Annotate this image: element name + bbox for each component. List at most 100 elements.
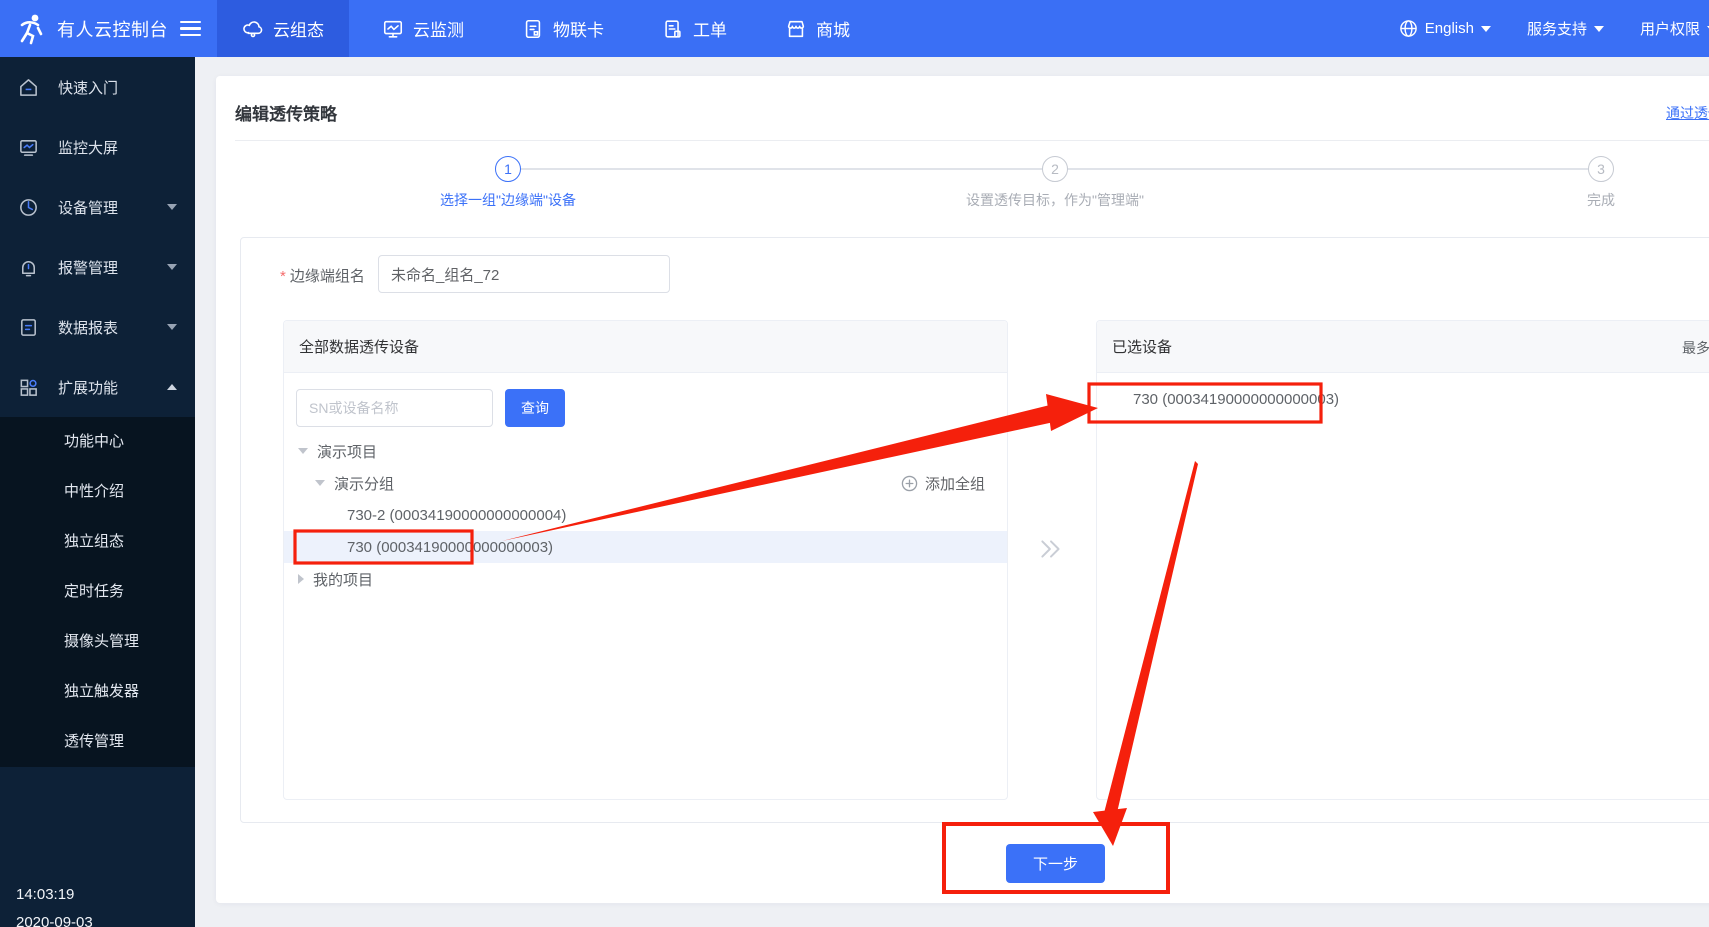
support-label: 服务支持: [1526, 21, 1587, 38]
chevron-down-icon: [167, 324, 177, 330]
step-connector-1: [521, 168, 1042, 170]
tree-node-demo-project[interactable]: 演示项目: [284, 435, 1007, 467]
tree-node-my-project[interactable]: 我的项目: [284, 563, 1007, 595]
tree-node-label: 我的项目: [313, 571, 374, 589]
tab-label: 物联卡: [553, 21, 604, 40]
group-name-label: * 边缘端组名: [280, 268, 365, 285]
chevron-up-icon: [167, 384, 177, 390]
sidebar-item-device-mgmt[interactable]: 设备管理: [0, 177, 195, 237]
apps-grid-icon: [18, 377, 39, 398]
extensions-submenu: 功能中心 中性介绍 独立组态 定时任务 摄像头管理 独立触发器 透传管理: [0, 417, 195, 767]
tree-node-label: 演示项目: [317, 443, 378, 461]
device-search-input[interactable]: [296, 389, 493, 427]
sidebar-item-data-report[interactable]: 数据报表: [0, 297, 195, 357]
required-asterisk: *: [280, 268, 286, 285]
language-dropdown[interactable]: English: [1399, 19, 1491, 38]
selected-devices-panel-header: 已选设备 最多: [1097, 321, 1709, 373]
tree-expand-icon[interactable]: [315, 480, 325, 486]
submenu-item-standalone-scada[interactable]: 独立组态: [0, 517, 195, 567]
submenu-item-scheduled-task[interactable]: 定时任务: [0, 567, 195, 617]
sim-card-icon: [522, 18, 544, 40]
selected-device-item[interactable]: 730 (00034190000000000003): [1133, 391, 1339, 408]
top-nav: 云组态 云监测 物联卡 工单 商城: [217, 0, 875, 57]
device-gauge-icon: [18, 197, 39, 218]
search-button[interactable]: 查询: [505, 389, 565, 427]
sidebar-item-label: 报警管理: [58, 259, 119, 277]
app-title: 有人云控制台: [57, 19, 168, 40]
logo[interactable]: 有人云控制台: [0, 12, 201, 46]
tree-node-device-730-2[interactable]: 730-2 (00034190000000000004): [284, 499, 1007, 531]
usr-mascot-logo-icon: [14, 12, 48, 46]
add-whole-group-link[interactable]: 添加全组: [901, 467, 985, 499]
sidebar-item-label: 快速入门: [58, 79, 119, 97]
content-card: 编辑透传策略 通过透传 1 2 3 选择一组"边缘端"设备 设置透传目标，作为"…: [216, 76, 1709, 903]
report-doc-icon: [18, 317, 39, 338]
chevron-down-icon: [167, 204, 177, 210]
menu-toggle-icon[interactable]: [180, 20, 201, 37]
transfer-right-icon[interactable]: [1038, 536, 1064, 562]
tree-node-device-730-selected[interactable]: 730 (00034190000000000003): [284, 531, 1007, 563]
permission-label: 用户权限: [1639, 21, 1700, 38]
tree-node-label: 730-2 (00034190000000000004): [347, 506, 567, 524]
sidebar-item-monitor-screen[interactable]: 监控大屏: [0, 117, 195, 177]
passthrough-list-link[interactable]: 通过透传: [1666, 103, 1709, 123]
submenu-item-neutral-intro[interactable]: 中性介绍: [0, 467, 195, 517]
next-step-button[interactable]: 下一步: [1006, 844, 1105, 883]
tree-collapsed-icon[interactable]: [298, 574, 304, 584]
submenu-item-feature-center[interactable]: 功能中心: [0, 417, 195, 467]
topbar: 有人云控制台 云组态 云监测 物联卡 工单 商城 English 服务支持 用户…: [0, 0, 1709, 57]
device-tree: 演示项目 演示分组 添加全组 730-2 (000341900000000000…: [284, 435, 1007, 595]
tab-iot-card[interactable]: 物联卡: [497, 0, 629, 57]
clock-time: 14:03:19: [16, 886, 75, 903]
alarm-bell-icon: [18, 257, 39, 278]
all-devices-panel-title: 全部数据透传设备: [299, 339, 420, 356]
big-screen-icon: [18, 137, 39, 158]
circle-plus-icon: [901, 475, 918, 492]
clock-date: 2020-09-03: [16, 914, 93, 927]
home-icon: [18, 77, 39, 98]
sidebar: 快速入门 监控大屏 设备管理 报警管理 数据报表 扩展功能 功能中心 中性介绍 …: [0, 57, 195, 927]
tab-label: 云监测: [413, 21, 464, 40]
language-label: English: [1424, 20, 1474, 37]
selected-devices-panel: 已选设备 最多 730 (00034190000000000003): [1096, 320, 1709, 800]
tab-cloud-scada[interactable]: 云组态: [217, 0, 349, 57]
page-title: 编辑透传策略: [235, 105, 337, 124]
topbar-right: English 服务支持 用户权限: [1399, 18, 1709, 39]
divider: [235, 140, 1709, 141]
cloud-icon: [242, 18, 264, 40]
step-2-label: 设置透传目标，作为"管理端": [966, 192, 1144, 208]
submenu-item-standalone-trigger[interactable]: 独立触发器: [0, 667, 195, 717]
all-devices-panel-header: 全部数据透传设备: [284, 321, 1007, 373]
sidebar-item-label: 监控大屏: [58, 139, 119, 157]
tab-label: 工单: [693, 21, 727, 40]
step-2-circle: 2: [1042, 156, 1068, 182]
step-connector-2: [1068, 168, 1588, 170]
sidebar-item-alarm-mgmt[interactable]: 报警管理: [0, 237, 195, 297]
tab-label: 商城: [816, 21, 850, 40]
support-dropdown[interactable]: 服务支持: [1527, 18, 1604, 39]
monitor-icon: [382, 18, 404, 40]
tree-node-demo-group[interactable]: 演示分组 添加全组: [284, 467, 1007, 499]
tree-expand-icon[interactable]: [298, 448, 308, 454]
step-1-circle: 1: [495, 156, 521, 182]
tree-node-label: 730 (00034190000000000003): [347, 538, 554, 556]
sidebar-item-label: 扩展功能: [58, 379, 119, 397]
max-limit-hint: 最多: [1682, 340, 1709, 356]
tab-cloud-monitor[interactable]: 云监测: [357, 0, 489, 57]
tab-mall[interactable]: 商城: [760, 0, 875, 57]
tab-work-order[interactable]: 工单: [637, 0, 752, 57]
globe-icon: [1399, 19, 1418, 38]
sidebar-clock: 14:03:19 2020-09-03: [16, 881, 93, 927]
sidebar-item-quick-start[interactable]: 快速入门: [0, 57, 195, 117]
submenu-item-camera-mgmt[interactable]: 摄像头管理: [0, 617, 195, 667]
chevron-down-icon: [167, 264, 177, 270]
permission-dropdown[interactable]: 用户权限: [1640, 18, 1709, 39]
add-whole-group-label: 添加全组: [924, 475, 985, 493]
selected-devices-panel-title: 已选设备: [1112, 339, 1173, 356]
sidebar-item-extensions[interactable]: 扩展功能: [0, 357, 195, 417]
tree-node-label: 演示分组: [334, 475, 395, 493]
sidebar-item-label: 设备管理: [58, 199, 119, 217]
step-1-label: 选择一组"边缘端"设备: [440, 192, 576, 208]
submenu-item-passthrough-mgmt[interactable]: 透传管理: [0, 717, 195, 767]
group-name-input[interactable]: [378, 255, 670, 293]
